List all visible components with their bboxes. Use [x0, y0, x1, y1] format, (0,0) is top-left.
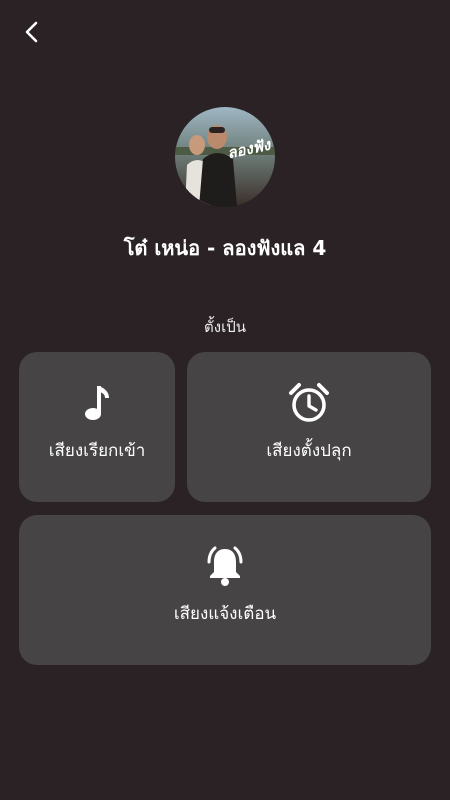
- notification-label: เสียงแจ้งเตือน: [173, 604, 277, 624]
- album-cover: ลองฟัง: [175, 107, 275, 207]
- song-title: โต๋ เหน่อ - ลองฟังแล 4: [123, 236, 327, 260]
- ringtone-label: เสียงเรียกเข้า: [48, 441, 146, 461]
- alarm-label: เสียงตั้งปลุก: [266, 441, 352, 461]
- alarm-button[interactable]: เสียงตั้งปลุก: [187, 352, 431, 502]
- alarm-clock-icon: [289, 383, 329, 422]
- music-note-icon: [85, 386, 109, 420]
- bell-ring-icon: [207, 546, 243, 586]
- back-button[interactable]: [16, 16, 48, 48]
- chevron-left-icon: [25, 21, 38, 43]
- notification-button[interactable]: เสียงแจ้งเตือน: [19, 515, 431, 665]
- ringtone-button[interactable]: เสียงเรียกเข้า: [19, 352, 175, 502]
- set-as-label: ตั้งเป็น: [204, 318, 246, 336]
